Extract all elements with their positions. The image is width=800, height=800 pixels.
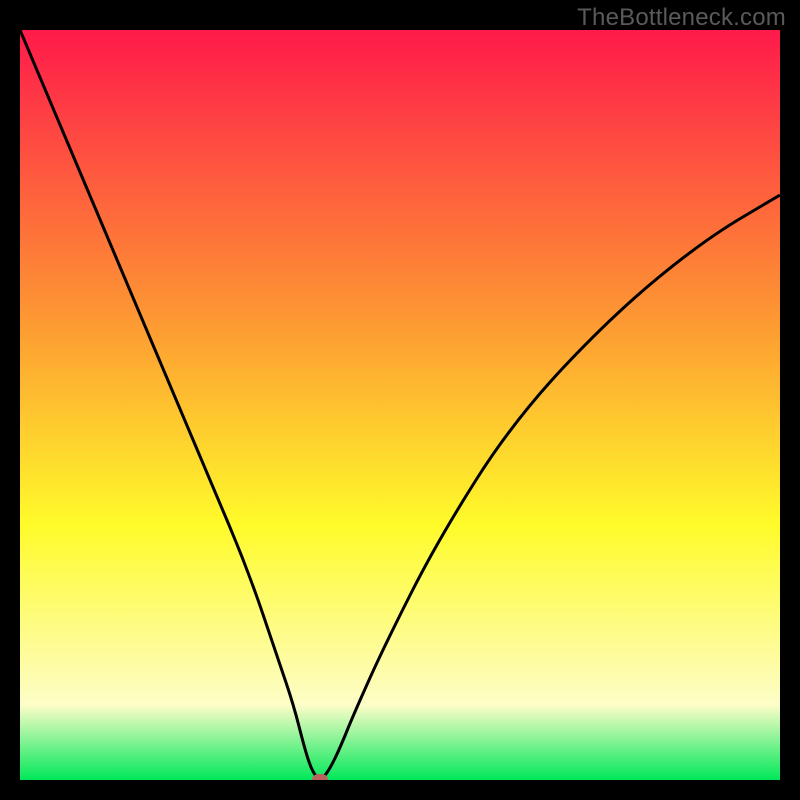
chart-svg [20,30,780,780]
watermark-text: TheBottleneck.com [577,4,786,32]
optimal-point-marker [312,774,328,780]
plot-area [20,30,780,780]
chart-frame: TheBottleneck.com [0,0,800,800]
gradient-background [20,30,780,780]
